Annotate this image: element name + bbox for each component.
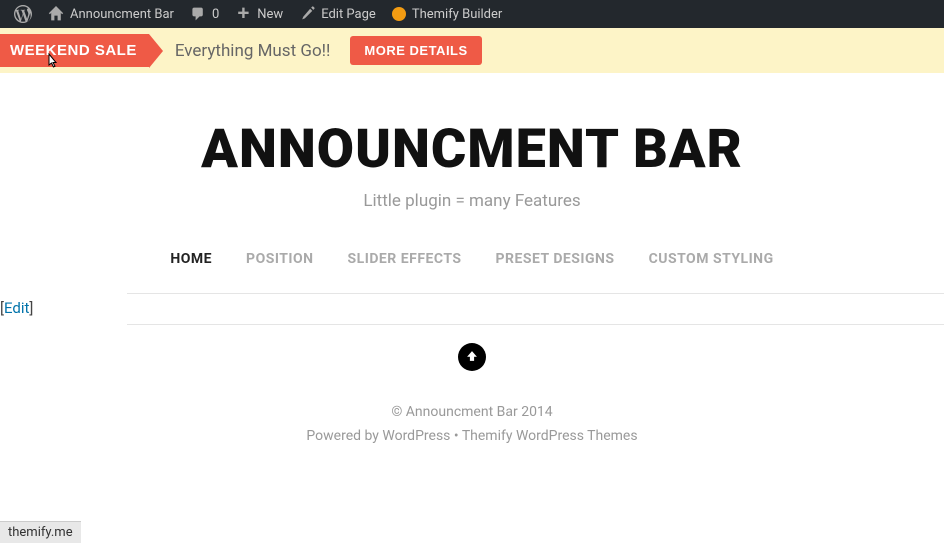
- site-tagline: Little plugin = many Features: [0, 191, 944, 211]
- edit-page-menu[interactable]: Edit Page: [291, 0, 384, 28]
- edit-bracket-close: ]: [29, 299, 33, 317]
- site-content: ANNOUNCMENT BAR Little plugin = many Fea…: [0, 73, 944, 449]
- pencil-icon: [299, 6, 315, 22]
- themify-builder-menu[interactable]: Themify Builder: [384, 0, 511, 28]
- nav-custom-styling[interactable]: CUSTOM STYLING: [649, 251, 774, 267]
- nav-home[interactable]: HOME: [170, 251, 212, 267]
- site-title: ANNOUNCMENT BAR: [0, 118, 944, 181]
- main-nav: HOME POSITION SLIDER EFFECTS PRESET DESI…: [0, 251, 944, 267]
- site-name-menu[interactable]: Announcment Bar: [40, 0, 182, 28]
- more-details-button[interactable]: MORE DETAILS: [350, 36, 481, 65]
- announcement-message: Everything Must Go!!: [175, 41, 331, 61]
- edit-link[interactable]: Edit: [4, 299, 29, 317]
- comments-menu[interactable]: 0: [182, 0, 227, 28]
- footer-separator: •: [450, 428, 461, 444]
- new-content-menu[interactable]: New: [227, 0, 291, 28]
- arrow-up-icon: [465, 348, 479, 367]
- new-label: New: [257, 7, 283, 22]
- wp-admin-bar: Announcment Bar 0 New Edit Page Themify …: [0, 0, 944, 28]
- nav-position[interactable]: POSITION: [246, 251, 314, 267]
- sale-ribbon[interactable]: WEEKEND SALE: [0, 34, 149, 67]
- nav-slider-effects[interactable]: SLIDER EFFECTS: [348, 251, 462, 267]
- ribbon-text: WEEKEND SALE: [10, 42, 137, 59]
- powered-by-prefix: Powered by: [306, 428, 382, 444]
- footer: © Announcment Bar 2014 Powered by WordPr…: [0, 401, 944, 449]
- comments-count: 0: [212, 7, 219, 22]
- speech-bubble-icon: [392, 7, 406, 21]
- themify-label: Themify Builder: [412, 7, 503, 22]
- nav-preset-designs[interactable]: PRESET DESIGNS: [496, 251, 615, 267]
- edit-page-label: Edit Page: [321, 7, 376, 22]
- page-area: [Edit]: [127, 293, 944, 325]
- home-icon: [48, 6, 64, 22]
- announcement-bar: WEEKEND SALE Everything Must Go!! MORE D…: [0, 28, 944, 73]
- wp-logo-menu[interactable]: [6, 0, 40, 28]
- scroll-to-top-button[interactable]: [458, 343, 486, 371]
- plus-icon: [235, 6, 251, 22]
- browser-status-bar: themify.me: [0, 521, 81, 543]
- status-url: themify.me: [8, 525, 73, 540]
- wordpress-link[interactable]: WordPress: [382, 428, 450, 444]
- themify-link[interactable]: Themify WordPress Themes: [462, 428, 638, 444]
- comments-icon: [190, 6, 206, 22]
- site-name-label: Announcment Bar: [70, 7, 174, 22]
- copyright-text: © Announcment Bar 2014: [0, 401, 944, 425]
- wordpress-icon: [14, 5, 32, 23]
- edit-link-wrapper: [Edit]: [0, 299, 33, 317]
